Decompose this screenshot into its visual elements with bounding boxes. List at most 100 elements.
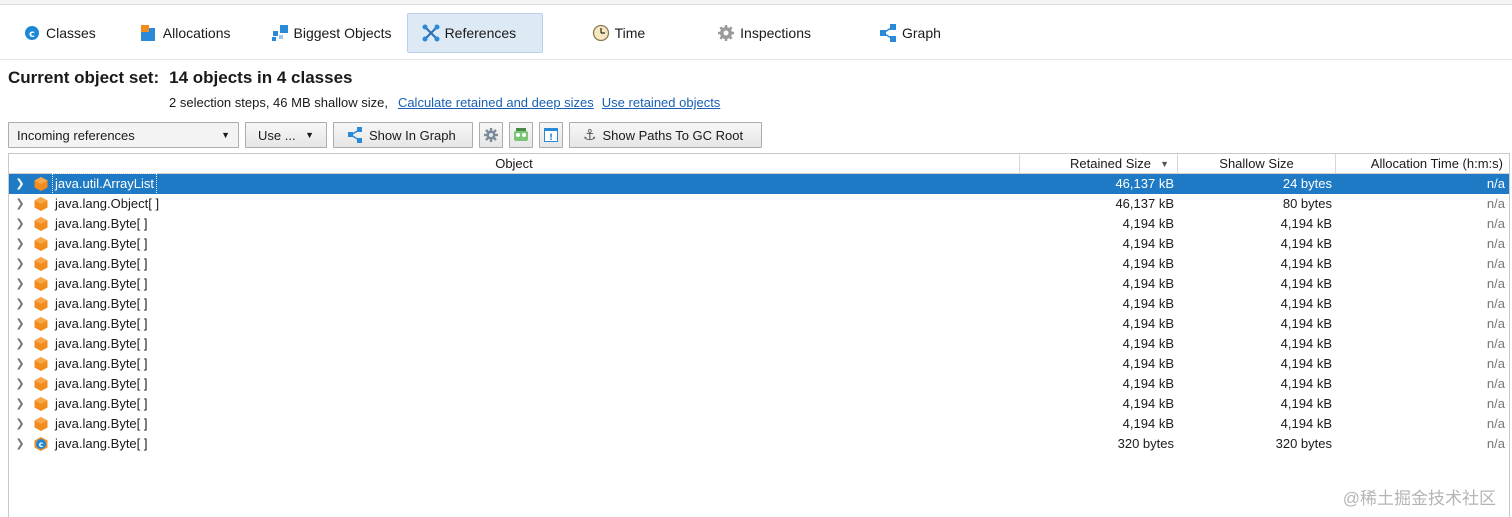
column-header-retained-size[interactable]: Retained Size ▼ (1020, 154, 1178, 174)
allocation-time-cell: n/a (1486, 436, 1505, 451)
table-row[interactable]: ❯ java.lang.Byte[ ] 4,194 kB 4,194 kB n/a (9, 274, 1509, 294)
allocation-time-cell: n/a (1486, 296, 1505, 311)
object-name: java.lang.Byte[ ] (55, 376, 148, 391)
instance-icon (33, 256, 49, 272)
anchor-icon: ⚓ (583, 127, 597, 144)
retained-size-cell: 4,194 kB (1122, 356, 1174, 371)
allocation-time-cell: n/a (1486, 256, 1505, 271)
object-cell: ❯ java.lang.Byte[ ] (9, 414, 1020, 434)
expand-chevron-icon[interactable]: ❯ (9, 254, 31, 274)
tab-references[interactable]: References (406, 12, 543, 53)
expand-chevron-icon[interactable]: ❯ (9, 334, 31, 354)
table-row[interactable]: ❯ java.lang.Byte[ ] 4,194 kB 4,194 kB n/a (9, 374, 1509, 394)
shallow-size-cell: 4,194 kB (1280, 256, 1332, 271)
instance-icon (33, 216, 49, 232)
object-name: java.lang.Byte[ ] (55, 336, 148, 351)
object-name: java.lang.Byte[ ] (55, 276, 148, 291)
svg-text:c: c (29, 29, 35, 40)
object-name: java.lang.Byte[ ] (55, 256, 148, 271)
use-button-label: Use ... (258, 127, 296, 143)
object-cell: ❯ java.lang.Object[ ] (9, 194, 1020, 214)
allocation-time-cell: n/a (1486, 376, 1505, 391)
table-row[interactable]: ❯ java.lang.Byte[ ] 4,194 kB 4,194 kB n/a (9, 354, 1509, 374)
expand-chevron-icon[interactable]: ❯ (9, 214, 31, 234)
object-cell: ❯ java.lang.Byte[ ] (9, 334, 1020, 354)
retained-size-cell: 46,137 kB (1115, 196, 1174, 211)
page-title: Current object set: 14 objects in 4 clas… (8, 68, 352, 88)
info-button[interactable]: ! (539, 122, 563, 148)
expand-chevron-icon[interactable]: ❯ (9, 434, 31, 454)
table-row[interactable]: ❯ java.lang.Byte[ ] 4,194 kB 4,194 kB n/a (9, 234, 1509, 254)
view-mode-select[interactable]: Incoming references ▼ (8, 122, 239, 148)
table-row[interactable]: ❯ java.lang.Byte[ ] 4,194 kB 4,194 kB n/a (9, 334, 1509, 354)
instance-icon (33, 296, 49, 312)
table-row[interactable]: ❯ java.lang.Byte[ ] 4,194 kB 4,194 kB n/a (9, 314, 1509, 334)
table-row[interactable]: ❯ c java.lang.Byte[ ] 320 bytes 320 bytes n/a (9, 434, 1509, 454)
table-row[interactable]: ❯ java.lang.Byte[ ] 4,194 kB 4,194 kB n/a (9, 214, 1509, 234)
class-icon: c (23, 24, 41, 42)
tab-label: Inspections (740, 24, 811, 41)
table-row[interactable]: ❯ java.util.ArrayList 46,137 kB 24 bytes n/a (9, 173, 1509, 195)
expand-chevron-icon[interactable]: ❯ (9, 294, 31, 314)
expand-chevron-icon[interactable]: ❯ (9, 174, 31, 194)
allocation-time-cell: n/a (1486, 336, 1505, 351)
object-cell: ❯ c java.lang.Byte[ ] (9, 434, 1020, 454)
show-paths-gc-root-button[interactable]: ⚓ Show Paths To GC Root (569, 122, 762, 148)
table-row[interactable]: ❯ java.lang.Byte[ ] 4,194 kB 4,194 kB n/a (9, 294, 1509, 314)
table-row[interactable]: ❯ java.lang.Byte[ ] 4,194 kB 4,194 kB n/a (9, 414, 1509, 434)
tab-label: Time (614, 24, 646, 41)
column-header-shallow-size[interactable]: Shallow Size (1178, 154, 1336, 174)
allocation-time-cell: n/a (1486, 196, 1505, 211)
object-cell: ❯ java.lang.Byte[ ] (9, 234, 1020, 254)
chevron-down-icon: ▼ (221, 130, 230, 140)
tab-time[interactable]: Time (577, 13, 661, 53)
allocation-time-cell: n/a (1486, 356, 1505, 371)
shallow-size-cell: 4,194 kB (1280, 356, 1332, 371)
tab-inspections[interactable]: Inspections (702, 13, 826, 53)
expand-chevron-icon[interactable]: ❯ (9, 374, 31, 394)
filter-icon (513, 127, 529, 143)
use-button[interactable]: Use ... ▼ (245, 122, 327, 148)
column-header-object[interactable]: Object (9, 154, 1020, 174)
object-name: java.lang.Byte[ ] (55, 236, 148, 251)
sort-descending-icon: ▼ (1160, 159, 1169, 169)
shallow-size-cell: 4,194 kB (1280, 316, 1332, 331)
retained-size-cell: 4,194 kB (1122, 256, 1174, 271)
tab-allocations[interactable]: Allocations (125, 13, 246, 53)
selection-info: 2 selection steps, 46 MB shallow size, (169, 95, 388, 110)
table-row[interactable]: ❯ java.lang.Object[ ] 46,137 kB 80 bytes n/a (9, 194, 1509, 214)
column-header-allocation-time[interactable]: Allocation Time (h:m:s) (1336, 154, 1509, 174)
expand-chevron-icon[interactable]: ❯ (9, 354, 31, 374)
clock-icon (592, 24, 610, 42)
shallow-size-cell: 4,194 kB (1280, 216, 1332, 231)
retained-size-cell: 4,194 kB (1122, 236, 1174, 251)
gear-icon (717, 24, 735, 42)
expand-chevron-icon[interactable]: ❯ (9, 194, 31, 214)
object-name: java.lang.Byte[ ] (55, 416, 148, 431)
object-count: 14 objects in 4 classes (169, 68, 353, 87)
settings-button[interactable] (479, 122, 503, 148)
expand-chevron-icon[interactable]: ❯ (9, 234, 31, 254)
expand-chevron-icon[interactable]: ❯ (9, 314, 31, 334)
shallow-size-cell: 4,194 kB (1280, 396, 1332, 411)
title-prefix: Current object set: (8, 68, 160, 87)
object-cell: ❯ java.lang.Byte[ ] (9, 354, 1020, 374)
filter-button[interactable] (509, 122, 533, 148)
tab-label: Graph (901, 24, 941, 41)
calculate-sizes-link[interactable]: Calculate retained and deep sizes (398, 95, 594, 110)
tab-classes[interactable]: c Classes (8, 13, 111, 53)
table-row[interactable]: ❯ java.lang.Byte[ ] 4,194 kB 4,194 kB n/a (9, 254, 1509, 274)
show-in-graph-button[interactable]: Show In Graph (333, 122, 473, 148)
shallow-size-cell: 80 bytes (1282, 196, 1332, 211)
object-name: java.lang.Byte[ ] (55, 296, 148, 311)
retained-size-cell: 4,194 kB (1122, 416, 1174, 431)
table-row[interactable]: ❯ java.lang.Byte[ ] 4,194 kB 4,194 kB n/a (9, 394, 1509, 414)
graph-icon (879, 23, 897, 42)
expand-chevron-icon[interactable]: ❯ (9, 394, 31, 414)
tab-biggest-objects[interactable]: Biggest Objects (256, 13, 407, 53)
instance-icon (33, 276, 49, 292)
use-retained-link[interactable]: Use retained objects (602, 95, 721, 110)
expand-chevron-icon[interactable]: ❯ (9, 274, 31, 294)
expand-chevron-icon[interactable]: ❯ (9, 414, 31, 434)
tab-graph[interactable]: Graph (864, 13, 956, 53)
